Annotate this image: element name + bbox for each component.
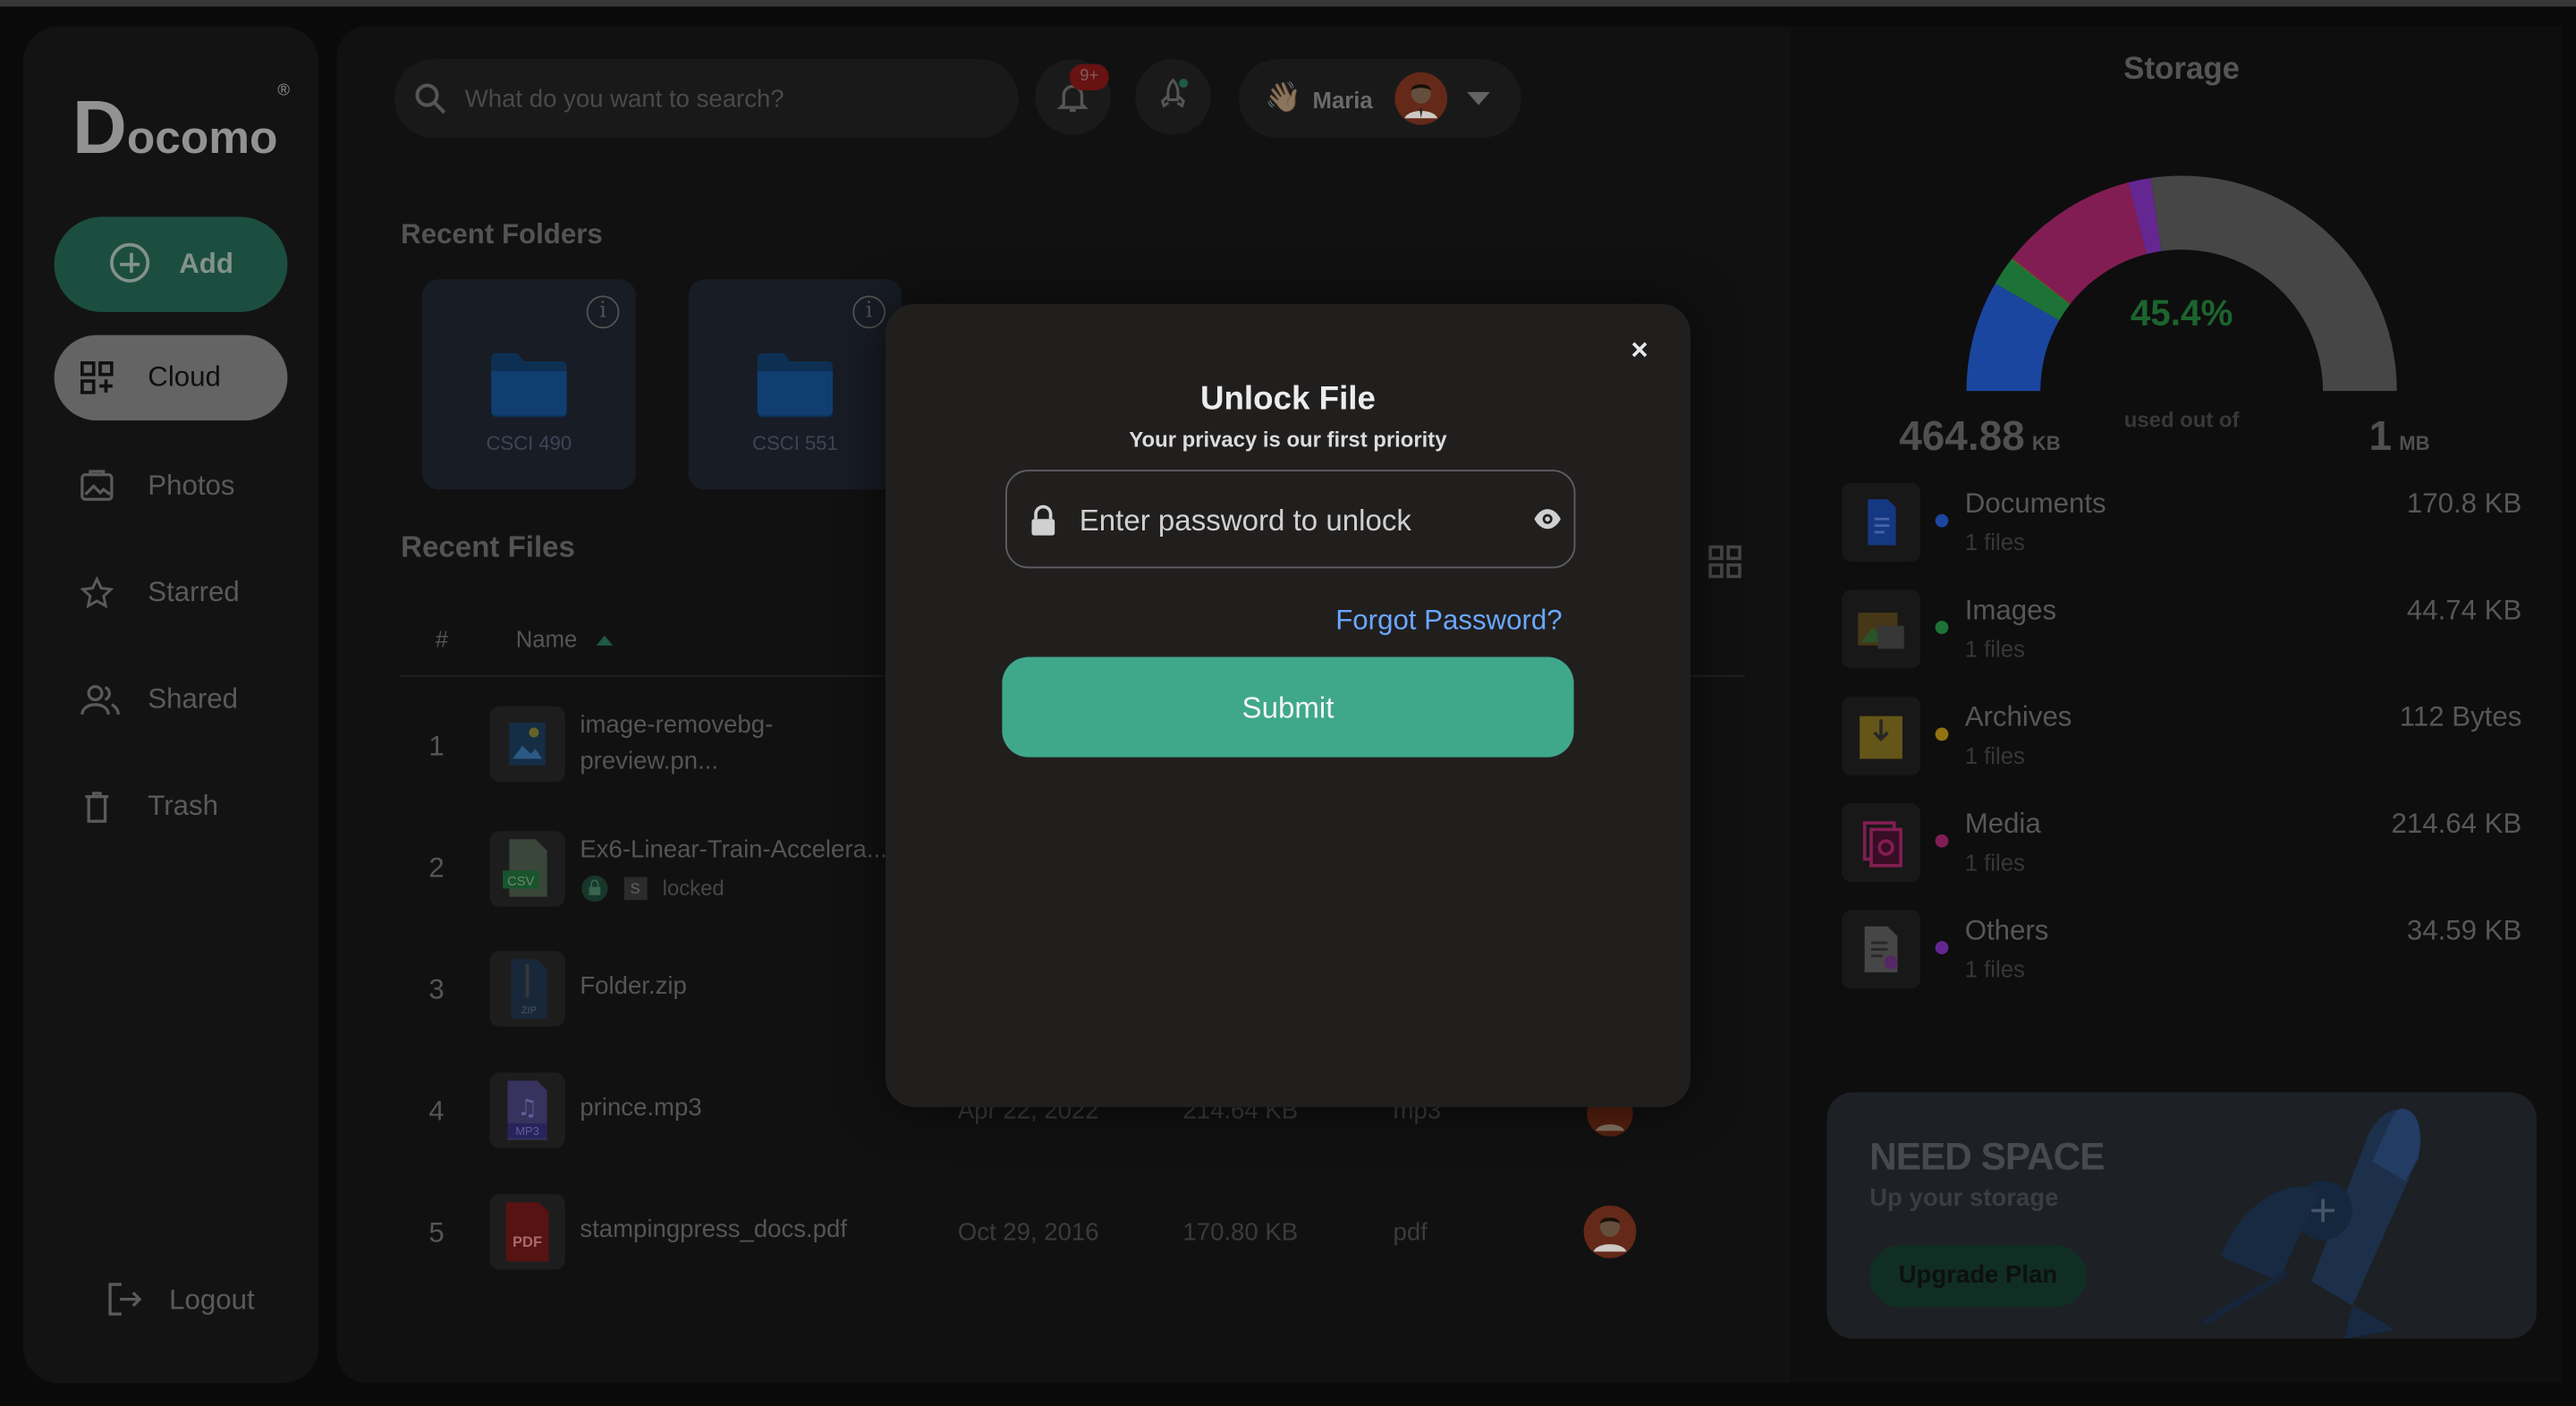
submit-button[interactable]: Submit — [1002, 656, 1574, 758]
screen: Docomo® Add Cloud Photos Starred Shared … — [0, 0, 2576, 1406]
show-password-eye-icon[interactable] — [1533, 507, 1563, 530]
modal-title: Unlock File — [1199, 381, 1376, 418]
lock-icon — [1031, 504, 1055, 536]
password-field[interactable] — [1005, 470, 1576, 569]
modal-subtitle: Your privacy is our first priority — [1129, 427, 1447, 453]
forgot-password-link[interactable]: Forgot Password? — [1335, 605, 1562, 638]
password-input[interactable] — [1076, 497, 1510, 544]
close-icon[interactable]: × — [1626, 334, 1652, 367]
